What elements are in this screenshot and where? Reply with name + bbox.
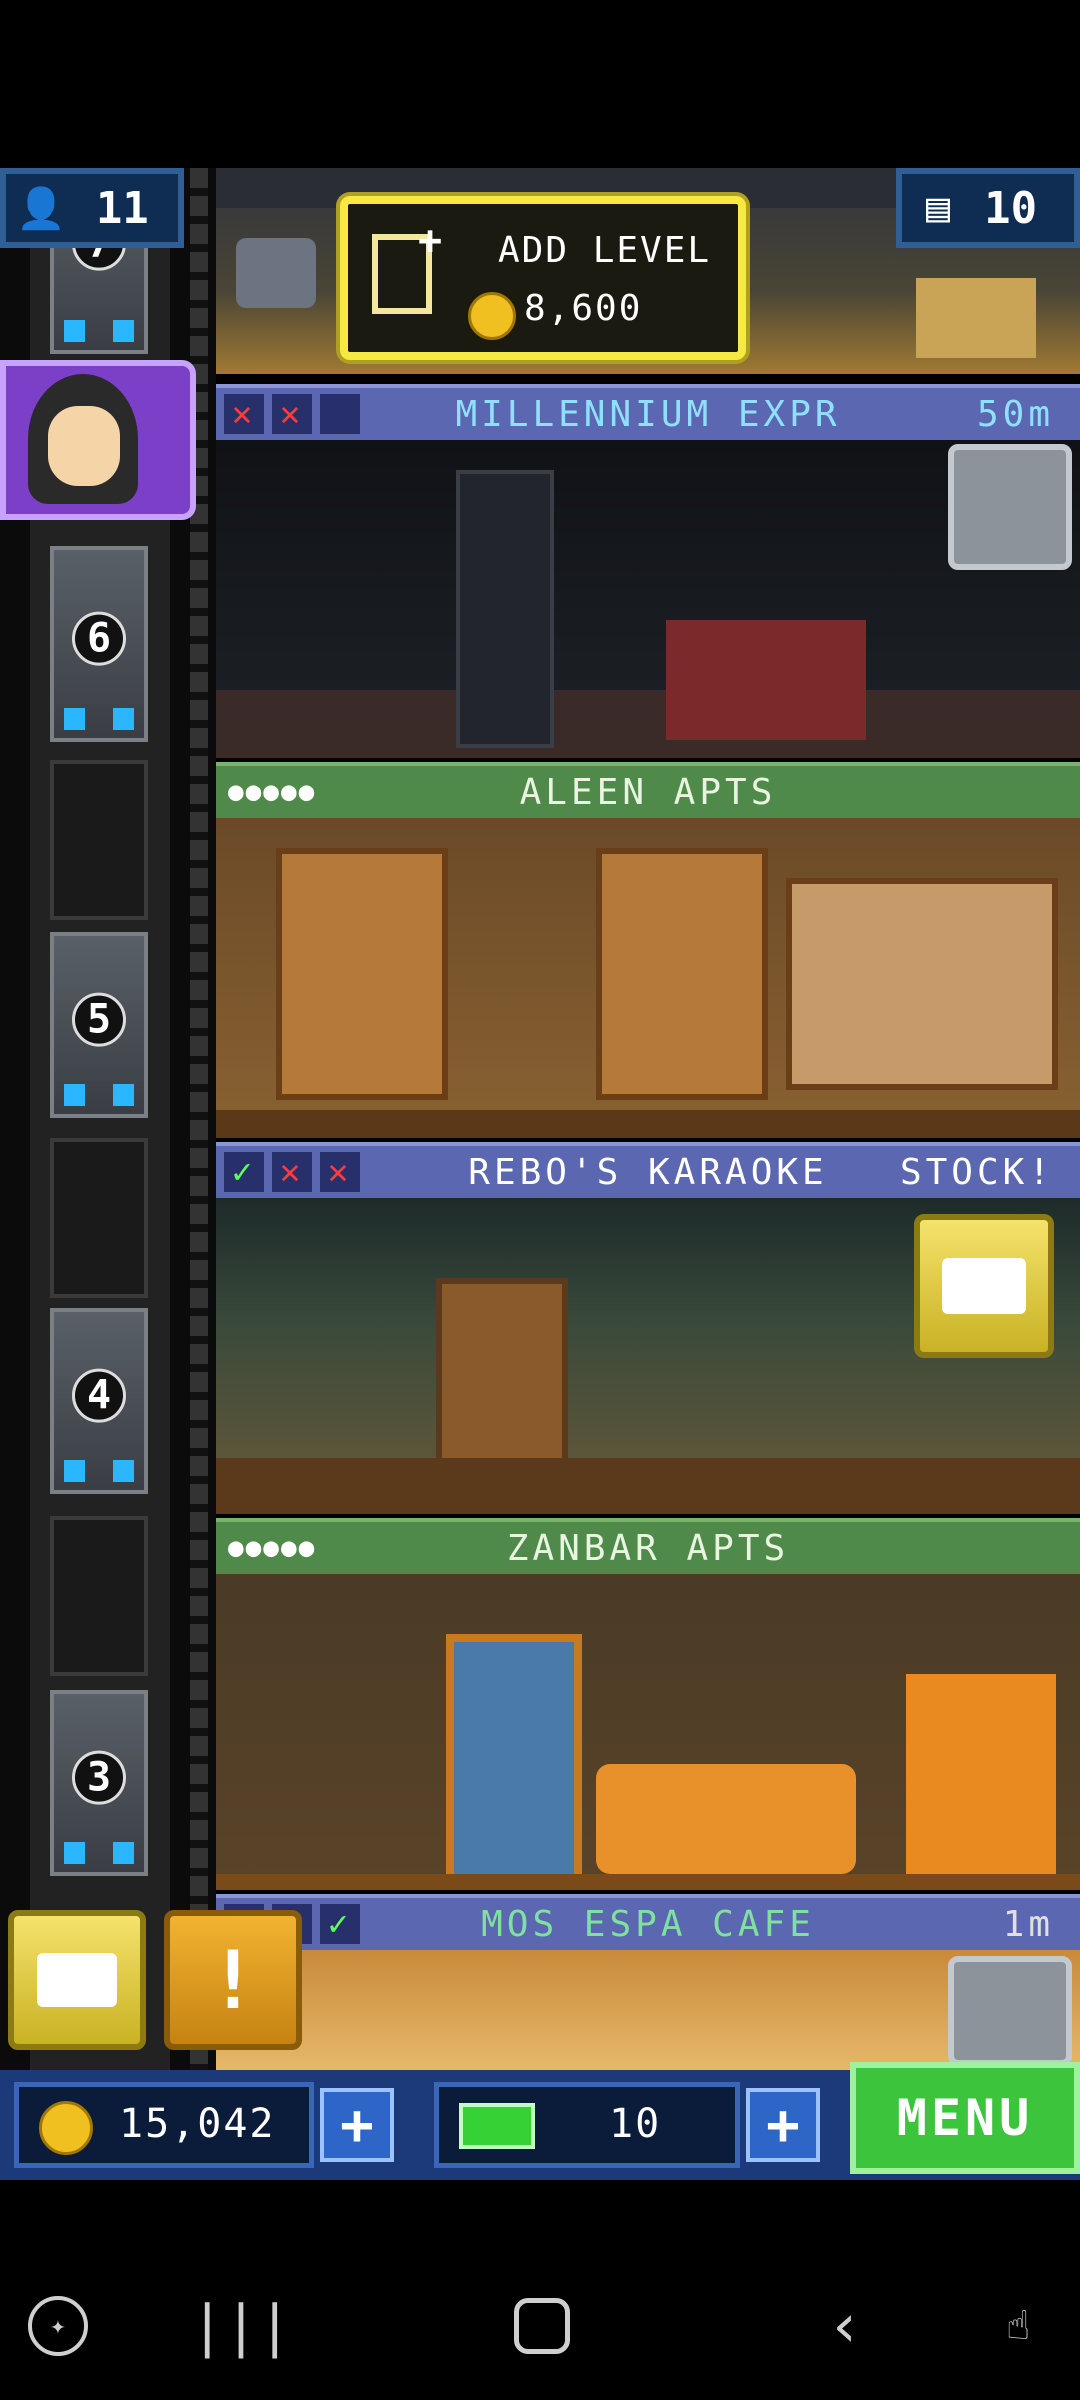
floor-number: 6: [72, 611, 126, 666]
floor-number: 3: [72, 1750, 126, 1805]
residents-counter[interactable]: 👤 11: [0, 168, 184, 248]
alert-button[interactable]: !: [164, 1910, 302, 2050]
elevator-car[interactable]: 3: [50, 1690, 148, 1876]
floor-banner[interactable]: ✓ ✕ ✕ REBO'S KARAOKE STOCK!: [216, 1142, 1080, 1198]
floor-banner[interactable]: ●●●●● ALEEN APTS: [216, 762, 1080, 818]
elevator-empty: [50, 1138, 148, 1298]
floor-banner[interactable]: ●●●●● ZANBAR APTS: [216, 1518, 1080, 1574]
floor-scene-aleen: [216, 818, 1080, 1138]
menu-label: MENU: [896, 2089, 1034, 2147]
coin-icon: [468, 292, 516, 340]
add-level-label: ADD LEVEL: [498, 230, 712, 271]
game-launcher-icon[interactable]: ✦: [28, 2296, 88, 2356]
exclamation-icon: !: [208, 1933, 258, 2027]
add-coins-button[interactable]: +: [320, 2088, 394, 2162]
elevator-icon: ▤: [926, 185, 951, 231]
floor-name: ZANBAR APTS: [506, 1527, 790, 1569]
floor-status: STOCK!: [899, 1151, 1054, 1193]
elevator-car[interactable]: 6: [50, 546, 148, 742]
face-icon: [48, 406, 120, 486]
floor-timer: 50m: [976, 393, 1054, 435]
food-item-icon[interactable]: [948, 1956, 1072, 2066]
plus-icon: +: [340, 2092, 374, 2158]
floor-number: 5: [72, 992, 126, 1047]
boot-item-icon[interactable]: [948, 444, 1072, 570]
coins-display: 15,042: [14, 2082, 314, 2168]
back-icon[interactable]: ‹: [820, 2291, 870, 2361]
floor-banner[interactable]: ✕ ✕ MILLENNIUM EXPR 50m: [216, 384, 1080, 440]
bux-amount: 10: [609, 2101, 662, 2147]
crate-icon: [37, 1953, 117, 2007]
coin-icon: [39, 2101, 93, 2155]
plus-icon: +: [766, 2092, 800, 2158]
floor-name: MOS ESPA CAFE: [481, 1903, 815, 1945]
status-bar: [0, 0, 1080, 168]
bux-display: 10: [434, 2082, 740, 2168]
floor-name: MILLENNIUM EXPR: [455, 393, 841, 435]
recent-apps-icon[interactable]: |||: [190, 2294, 291, 2359]
coins-amount: 15,042: [119, 2101, 276, 2147]
stock-button[interactable]: [914, 1214, 1054, 1358]
person-icon: 👤: [16, 185, 66, 232]
add-bux-button[interactable]: +: [746, 2088, 820, 2162]
bux-icon: [459, 2103, 535, 2149]
plus-icon: +: [418, 218, 443, 264]
add-level-button[interactable]: + ADD LEVEL 8,600: [340, 196, 746, 360]
bux-counter-top[interactable]: ▤ 10: [896, 168, 1080, 248]
elevator-car[interactable]: 4: [50, 1308, 148, 1494]
floor-name: ALEEN APTS: [519, 771, 777, 813]
elevator-empty: [50, 760, 148, 920]
floor-timer: 1m: [1002, 1903, 1054, 1945]
character-avatar[interactable]: [0, 360, 196, 520]
floor-banner[interactable]: ✕ ✕ ✓ MOS ESPA CAFE 1m: [216, 1894, 1080, 1950]
crate-icon: [942, 1258, 1026, 1314]
menu-button[interactable]: MENU: [850, 2062, 1080, 2174]
add-level-cost: 8,600: [524, 288, 643, 329]
floor-scene-zanbar: [216, 1574, 1080, 1890]
elevator-car[interactable]: 5: [50, 932, 148, 1118]
navigation-bar: [0, 2180, 1080, 2400]
inventory-button[interactable]: [8, 1910, 146, 2050]
floor-number: 4: [72, 1368, 126, 1423]
home-icon[interactable]: [514, 2298, 570, 2354]
elevator-empty: [50, 1516, 148, 1676]
accessibility-icon[interactable]: ☝: [990, 2296, 1046, 2356]
